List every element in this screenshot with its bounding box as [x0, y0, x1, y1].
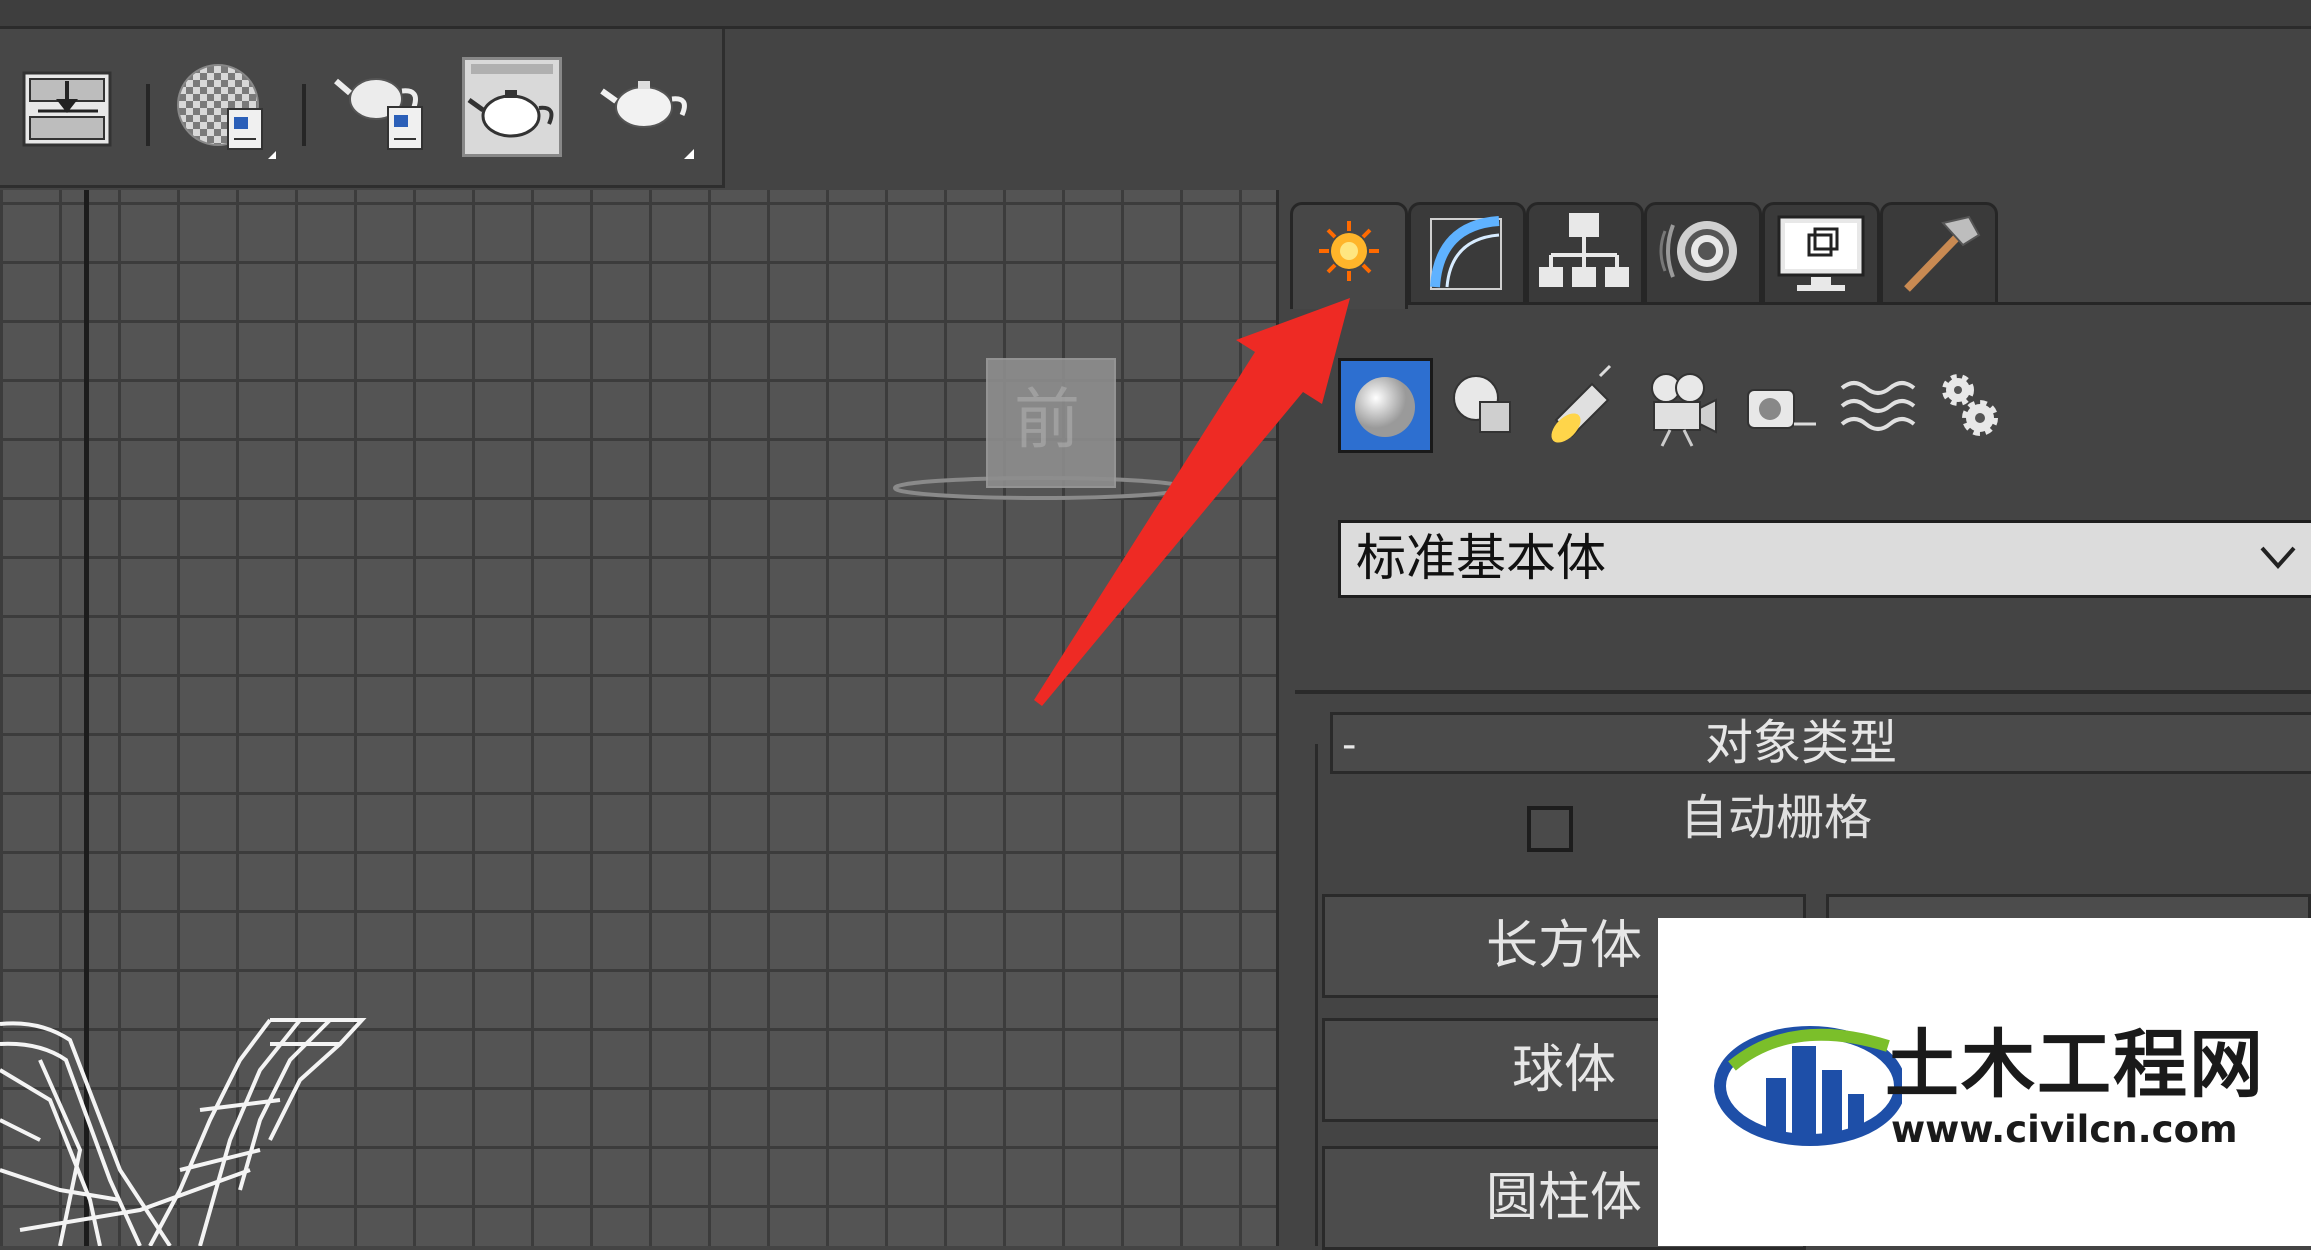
building-logo-icon [1714, 1026, 1906, 1146]
watermark-logo [1712, 1006, 1906, 1156]
watermark-url: www.civilcn.com [1891, 1108, 2238, 1151]
watermark-brand: 土木工程网 [1885, 1022, 2265, 1108]
